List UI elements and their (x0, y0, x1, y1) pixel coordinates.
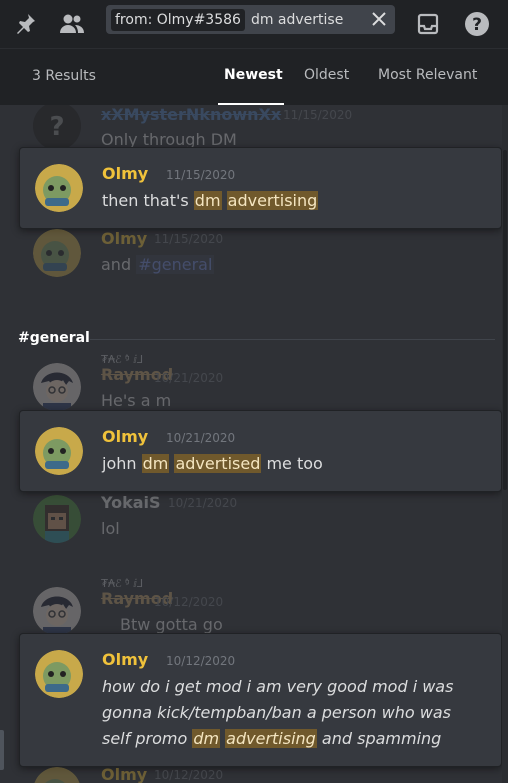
message-timestamp: 10/12/2020 (166, 654, 236, 668)
context-message[interactable]: Olmy 10/12/2020 (8, 765, 502, 783)
message-timestamp: 11/15/2020 (166, 168, 236, 182)
avatar[interactable] (33, 767, 81, 783)
message-timestamp: 10/21/2020 (154, 371, 224, 385)
message-text: how do i get mod i am very good mod i wa… (102, 674, 453, 752)
message-text: lol (101, 519, 120, 538)
search-filter-chip[interactable]: from: Olmy#3586 (111, 8, 245, 31)
search-highlight: dm (192, 729, 221, 748)
svg-text:?: ? (472, 15, 482, 35)
avatar[interactable] (33, 229, 81, 277)
message-timestamp: 10/21/2020 (166, 431, 236, 445)
message-timestamp: 10/21/2020 (168, 496, 238, 510)
message-text: He's a m (101, 391, 172, 410)
results-count: 3 Results (32, 68, 96, 84)
message-author[interactable]: Olmy (102, 650, 148, 669)
message-line: self promo dm advertising and spamming (102, 726, 453, 752)
avatar[interactable] (35, 650, 83, 698)
message-text: john dm advertised me too (102, 451, 323, 477)
clear-search-icon[interactable] (371, 11, 387, 27)
help-icon[interactable]: ? (460, 7, 494, 41)
message-author[interactable]: Olmy (102, 427, 148, 446)
text-segment (222, 191, 227, 210)
scrollbar-thumb[interactable] (503, 150, 507, 490)
text-segment: and spamming (316, 729, 442, 748)
text-segment: and (101, 255, 137, 274)
search-result-card[interactable]: Olmy 10/21/2020 john dm advertised me to… (19, 410, 502, 492)
context-message[interactable]: YokaiS 10/21/2020 lol (8, 493, 502, 553)
inbox-icon[interactable] (411, 7, 445, 41)
text-segment: john (102, 454, 142, 473)
search-highlight: advertised (174, 454, 262, 473)
text-segment: me too (261, 454, 323, 473)
message-text: then that's dm advertising (102, 188, 319, 214)
results-header: 3 Results Newest Oldest Most Relevant (0, 48, 508, 105)
message-text: and #general (101, 255, 215, 274)
channel-label[interactable]: #general (18, 330, 90, 346)
members-icon[interactable] (55, 7, 89, 41)
text-segment: then that's (102, 191, 194, 210)
message-line: gonna kick/tempban/ban a person who was (102, 703, 451, 722)
search-highlight: advertising (225, 729, 317, 748)
message-author[interactable]: xXMysterNknownXx (101, 105, 281, 124)
avatar[interactable] (35, 427, 83, 475)
search-result-card[interactable]: Olmy 11/15/2020 then that's dm advertisi… (19, 147, 502, 229)
context-message[interactable]: ? xXMysterNknownXx 11/15/2020 Only throu… (8, 105, 502, 150)
tab-newest[interactable]: Newest (224, 67, 283, 83)
search-results-list: ? xXMysterNknownXx 11/15/2020 Only throu… (8, 105, 502, 783)
context-message[interactable]: ₮₳ℰ ᵍ̂ ⅈ⅃ Raymod 10/21/2020 He's a m (8, 353, 502, 415)
message-author[interactable]: YokaiS (101, 493, 161, 512)
avatar[interactable] (33, 587, 81, 635)
search-highlight: dm (141, 454, 170, 473)
tab-oldest[interactable]: Oldest (304, 67, 349, 83)
search-result-card[interactable]: Olmy 10/12/2020 how do i get mod i am ve… (19, 633, 502, 767)
message-author[interactable]: Olmy (101, 765, 147, 783)
message-timestamp: 11/15/2020 (283, 108, 353, 122)
channel-divider (90, 339, 495, 340)
message-timestamp: 10/12/2020 (154, 595, 224, 609)
context-message[interactable]: Olmy 11/15/2020 and #general (8, 229, 502, 289)
message-timestamp: 10/12/2020 (154, 768, 224, 782)
search-highlight: advertising (226, 191, 319, 210)
message-text: Btw gotta go (120, 615, 223, 634)
search-box[interactable]: from: Olmy#3586 dm advertise (106, 5, 395, 34)
side-handle (0, 730, 4, 770)
message-line: how do i get mod i am very good mod i wa… (102, 677, 454, 696)
pin-icon[interactable] (8, 7, 42, 41)
message-author[interactable]: Olmy (101, 229, 147, 248)
tab-most-relevant[interactable]: Most Relevant (378, 67, 477, 83)
text-segment: self promo (102, 729, 193, 748)
svg-text:?: ? (49, 112, 64, 142)
top-toolbar: from: Olmy#3586 dm advertise ? (0, 0, 508, 48)
avatar[interactable] (33, 363, 81, 411)
message-timestamp: 11/15/2020 (154, 232, 224, 246)
avatar[interactable] (33, 495, 81, 543)
avatar[interactable]: ? (33, 105, 81, 150)
search-input[interactable]: dm advertise (251, 12, 343, 28)
channel-mention[interactable]: #general (136, 255, 215, 274)
search-highlight: dm (193, 191, 222, 210)
avatar[interactable] (35, 164, 83, 212)
context-message[interactable]: ₮₳ℰ ᵍ̂ ⅈ⅃ Raymod 10/12/2020 Btw gotta go (8, 577, 502, 639)
message-author[interactable]: Olmy (102, 164, 148, 183)
